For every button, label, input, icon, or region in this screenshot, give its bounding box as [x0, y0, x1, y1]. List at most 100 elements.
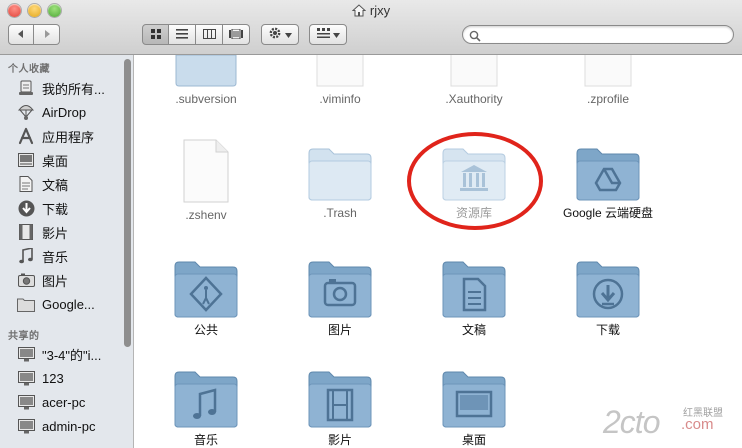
window-title-bar: rjxy — [0, 3, 742, 21]
list-view-button[interactable] — [169, 24, 196, 45]
sidebar-item-label: 我的所有... — [42, 81, 105, 97]
sidebar-item-label: admin-pc — [42, 418, 96, 434]
sidebar-item-shared-computer[interactable]: admin-pc — [16, 415, 122, 437]
computer-icon — [16, 369, 36, 387]
sidebar: 个人收藏 我的所有... AirDrop 应用程序 桌面 文稿 下载 影片 音乐… — [0, 55, 134, 448]
sidebar-item-music[interactable]: 音乐 — [16, 245, 122, 267]
highlight-circle-annotation — [407, 132, 543, 230]
sidebar-item-downloads[interactable]: 下载 — [16, 197, 122, 219]
file-item[interactable]: .Xauthority — [414, 55, 534, 107]
sidebar-item-label: "3-4"的"i... — [42, 347, 102, 363]
column-view-icon — [202, 26, 216, 44]
sidebar-item-shared-computer[interactable]: "3-4"的"i... — [16, 343, 122, 365]
public-folder-icon — [174, 261, 238, 318]
file-item[interactable]: 下载 — [548, 258, 668, 338]
back-arrow-icon — [16, 26, 26, 44]
search-icon — [469, 29, 481, 47]
home-folder-icon — [351, 4, 367, 21]
file-item[interactable]: 影片 — [280, 368, 400, 448]
file-label: 影片 — [327, 433, 352, 447]
sidebar-item-all-files[interactable]: 我的所有... — [16, 77, 122, 99]
all-files-icon — [16, 79, 36, 97]
pictures-icon — [16, 271, 36, 289]
file-item[interactable]: .zshenv — [146, 139, 266, 223]
file-label: 桌面 — [461, 433, 486, 447]
sidebar-item-pictures[interactable]: 图片 — [16, 269, 122, 291]
documents-folder-icon — [442, 261, 506, 318]
forward-arrow-icon — [42, 26, 52, 44]
file-item[interactable]: 文稿 — [414, 258, 534, 338]
file-item[interactable]: .Trash — [280, 145, 400, 221]
sidebar-item-documents[interactable]: 文稿 — [16, 173, 122, 195]
site-watermark: 2cto 红黑联盟 .com — [597, 402, 742, 448]
view-mode-control — [142, 24, 250, 45]
sidebar-item-label: 音乐 — [42, 249, 69, 265]
search-field[interactable] — [462, 25, 734, 44]
movies-icon — [16, 223, 36, 241]
arrange-icon — [316, 28, 330, 41]
sidebar-item-shared-computer[interactable]: acer-pc — [16, 391, 122, 413]
sidebar-scrollbar[interactable] — [124, 59, 131, 347]
file-label: .zprofile — [586, 92, 630, 106]
movies-folder-icon — [308, 371, 372, 428]
dropdown-arrow-icon — [332, 29, 340, 41]
gear-icon — [268, 26, 282, 43]
arrange-menu-button[interactable] — [309, 24, 347, 45]
desktop-icon — [16, 151, 36, 169]
computer-icon — [16, 393, 36, 411]
applications-icon — [16, 127, 36, 145]
desktop-folder-icon — [442, 371, 506, 428]
document-icon — [183, 139, 229, 203]
file-item[interactable]: 公共 — [146, 258, 266, 338]
back-button[interactable] — [8, 24, 34, 45]
file-label: .Xauthority — [445, 92, 503, 106]
computer-icon — [16, 417, 36, 435]
window-title: rjxy — [369, 3, 391, 18]
icon-view-icon — [150, 26, 162, 44]
sidebar-item-label: AirDrop — [42, 104, 87, 120]
music-icon — [16, 247, 36, 265]
cover-flow-button[interactable] — [223, 24, 250, 45]
back-forward-control — [8, 24, 60, 45]
forward-button[interactable] — [34, 24, 60, 45]
file-label: 下载 — [595, 323, 620, 337]
icon-view-button[interactable] — [142, 24, 169, 45]
document-icon — [316, 55, 364, 87]
folder-icon — [175, 55, 237, 87]
file-item[interactable]: .subversion — [146, 55, 266, 107]
sidebar-item-shared-computer[interactable]: 123 — [16, 367, 122, 389]
file-label: .zshenv — [185, 208, 227, 222]
sidebar-item-applications[interactable]: 应用程序 — [16, 125, 122, 147]
file-item[interactable]: 桌面 — [414, 368, 534, 448]
file-label: .Trash — [323, 206, 357, 220]
watermark-brand: 2cto — [603, 404, 660, 440]
file-browser-grid: .subversion .viminfo .Xauthority .zprofi… — [134, 55, 742, 448]
file-label: 图片 — [327, 323, 352, 337]
sidebar-item-desktop[interactable]: 桌面 — [16, 149, 122, 171]
sidebar-item-google-drive[interactable]: Google... — [16, 293, 122, 315]
sidebar-item-label: 影片 — [42, 225, 69, 241]
sidebar-item-label: 123 — [42, 370, 64, 386]
file-item[interactable]: 音乐 — [146, 368, 266, 448]
sidebar-item-label: Google... — [42, 296, 95, 312]
sidebar-header-favorites: 个人收藏 — [8, 64, 50, 75]
file-item[interactable]: .zprofile — [548, 55, 668, 107]
action-menu-button[interactable] — [261, 24, 299, 45]
column-view-button[interactable] — [196, 24, 223, 45]
google-drive-folder-icon — [576, 148, 640, 201]
watermark-domain: .com — [681, 416, 714, 433]
file-item[interactable]: 图片 — [280, 258, 400, 338]
search-input[interactable] — [483, 27, 727, 43]
document-icon — [584, 55, 632, 87]
file-label: .viminfo — [319, 92, 361, 106]
pictures-folder-icon — [308, 261, 372, 318]
sidebar-item-label: 图片 — [42, 273, 69, 289]
sidebar-item-movies[interactable]: 影片 — [16, 221, 122, 243]
file-label: .subversion — [175, 92, 237, 106]
folder-icon — [16, 295, 36, 313]
file-item[interactable]: .viminfo — [280, 55, 400, 107]
file-item[interactable]: Google 云端硬盘 — [548, 145, 668, 221]
sidebar-item-airdrop[interactable]: AirDrop — [16, 101, 122, 123]
list-view-icon — [176, 26, 188, 44]
sidebar-header-shared: 共享的 — [8, 331, 40, 342]
